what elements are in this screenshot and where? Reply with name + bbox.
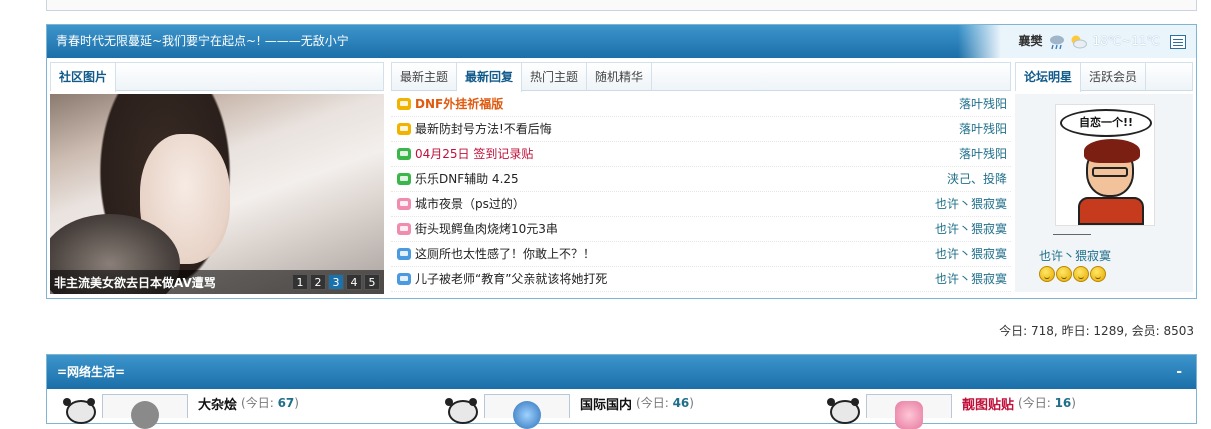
tab-forum-star[interactable]: 论坛明星 (1016, 63, 1082, 92)
site-stats: 今日: 718, 昨日: 1289, 会员: 8503 (999, 324, 1194, 338)
thread-title-link[interactable]: 城市夜景（ps过的） (415, 197, 525, 211)
forum-thumbnail[interactable] (102, 394, 188, 429)
thread-type-icon (397, 198, 411, 210)
marquee-text: 青春时代无限蔓延~我们要宁在起点~! ———无敌小宁 (56, 34, 349, 48)
photo-caption[interactable]: 非主流美女欲去日本做AV遭骂 (54, 274, 216, 291)
star-tabbar: 论坛明星 活跃会员 (1015, 62, 1193, 92)
collapse-icon[interactable]: - (1176, 355, 1182, 389)
thread-author-link[interactable]: 浃己、投降 (947, 167, 1007, 192)
photo-page-button-active[interactable]: 3 (328, 274, 344, 290)
thread-type-icon (397, 248, 411, 260)
forum-name[interactable]: 国际国内 (580, 394, 632, 413)
thread-title-link[interactable]: 04月25日 签到记录贴 (415, 147, 533, 161)
thread-row: DNF外挂祈福版 落叶残阳 (391, 92, 1011, 117)
thread-title-link[interactable]: 街头现鳄鱼肉烧烤10元3串 (415, 222, 558, 236)
tab-community-photos[interactable]: 社区图片 (51, 63, 117, 92)
star-box: 自恋一个!! 也许丶猥寂寞 (1015, 94, 1193, 292)
thread-type-icon (397, 223, 411, 235)
thread-row: 这厕所也太性感了！你敢上不？！ 也许丶猥寂寞 (391, 242, 1011, 267)
forum-star-panel: 论坛明星 活跃会员 自恋一个!! 也许丶猥寂寞 (1015, 62, 1193, 292)
thread-row: 城市夜景（ps过的） 也许丶猥寂寞 (391, 192, 1011, 217)
thread-type-icon (397, 173, 411, 185)
thread-author-link[interactable]: 也许丶猥寂寞 (935, 192, 1007, 217)
thread-author-link[interactable]: 落叶残阳 (959, 142, 1007, 167)
thread-type-icon (397, 273, 411, 285)
sun-cloud-icon (1071, 35, 1088, 48)
smiley-icons (1039, 266, 1106, 282)
thread-author-link[interactable]: 落叶残阳 (959, 92, 1007, 117)
section-header: =网络生活= - (47, 355, 1196, 389)
thread-type-icon (397, 123, 411, 135)
forum-name[interactable]: 靓图贴贴 (962, 394, 1014, 413)
calendar-icon[interactable] (1170, 34, 1186, 49)
thread-author-link[interactable]: 也许丶猥寂寞 (935, 267, 1007, 292)
smiley-icon (1073, 266, 1089, 282)
weather-widget: 襄樊 18℃~11℃ (958, 25, 1196, 58)
thread-author-link[interactable]: 落叶残阳 (959, 117, 1007, 142)
featured-photo[interactable]: 非主流美女欲去日本做AV遭骂 1 2 3 4 5 (50, 94, 384, 294)
avatar-speech-bubble: 自恋一个!! (1060, 109, 1152, 137)
tab-random-digest[interactable]: 随机精华 (587, 63, 653, 90)
tab-hot-topics[interactable]: 热门主题 (522, 63, 588, 90)
photo-page-button[interactable]: 4 (346, 274, 362, 290)
thread-title-link[interactable]: 这厕所也太性感了！你敢上不？！ (415, 247, 595, 261)
photo-page-button[interactable]: 2 (310, 274, 326, 290)
photo-caption-bar: 非主流美女欲去日本做AV遭骂 1 2 3 4 5 (50, 270, 384, 294)
forum-today-count: (今日: 46) (636, 396, 694, 410)
tab-active-members[interactable]: 活跃会员 (1081, 63, 1147, 90)
thread-row: 乐乐DNF辅助 4.25 浃己、投降 (391, 167, 1011, 192)
smiley-icon (1039, 266, 1055, 282)
tab-latest-topics[interactable]: 最新主题 (392, 63, 458, 90)
smiley-icon (1056, 266, 1072, 282)
community-photos-panel: 社区图片 非主流美女欲去日本做AV遭骂 1 2 3 4 5 (50, 62, 384, 294)
thread-title-link[interactable]: 乐乐DNF辅助 4.25 (415, 172, 519, 186)
thread-title-link[interactable]: DNF外挂祈福版 (415, 97, 503, 111)
forum-today-count: (今日: 67) (241, 396, 299, 410)
thread-title-link[interactable]: 儿子被老师“教育”父亲就该将她打死 (415, 272, 607, 286)
photo-pager: 1 2 3 4 5 (292, 274, 380, 290)
divider (1053, 234, 1091, 235)
tab-latest-replies[interactable]: 最新回复 (457, 63, 523, 92)
photo-page-button[interactable]: 1 (292, 274, 308, 290)
thread-author-link[interactable]: 也许丶猥寂寞 (935, 217, 1007, 242)
section-title[interactable]: =网络生活= (57, 365, 125, 379)
thread-list: DNF外挂祈福版 落叶残阳 最新防封号方法!不看后悔 落叶残阳 04月25日 签到记录贴… (391, 92, 1011, 292)
panda-icon (62, 394, 96, 424)
rain-cloud-icon (1050, 35, 1065, 49)
panda-icon (444, 394, 478, 424)
thread-title-link[interactable]: 最新防封号方法!不看后悔 (415, 122, 552, 136)
thread-type-icon (397, 98, 411, 110)
thread-list-panel: 最新主题 最新回复 热门主题 随机精华 DNF外挂祈福版 落叶残阳 最新防封号方法!… (391, 62, 1011, 292)
weather-temperature: 18℃~11℃ (1092, 34, 1160, 48)
smiley-icon (1090, 266, 1106, 282)
weather-city: 襄樊 (1018, 34, 1043, 48)
thread-row: 儿子被老师“教育”父亲就该将她打死 也许丶猥寂寞 (391, 267, 1011, 292)
forum-thumbnail[interactable] (866, 394, 952, 429)
panda-icon (826, 394, 860, 424)
forum-thumbnail[interactable] (484, 394, 570, 429)
thread-type-icon (397, 148, 411, 160)
forum-entry[interactable]: 国际国内 (今日: 46) (444, 394, 694, 429)
portal-header: 青春时代无限蔓延~我们要宁在起点~! ———无敌小宁 襄樊 18℃~11℃ (47, 25, 1196, 58)
thread-row: 最新防封号方法!不看后悔 落叶残阳 (391, 117, 1011, 142)
forum-today-count: (今日: 16) (1018, 396, 1076, 410)
forum-name[interactable]: 大杂烩 (198, 394, 237, 413)
thread-tabbar: 最新主题 最新回复 热门主题 随机精华 (391, 62, 1011, 92)
thread-row: 街头现鳄鱼肉烧烤10元3串 也许丶猥寂寞 (391, 217, 1011, 242)
forum-entry[interactable]: 大杂烩 (今日: 67) (62, 394, 299, 429)
thread-row: 04月25日 签到记录贴 落叶残阳 (391, 142, 1011, 167)
forum-entry[interactable]: 靓图贴贴 (今日: 16) (826, 394, 1076, 429)
photo-tabbar: 社区图片 (50, 62, 384, 92)
thread-author-link[interactable]: 也许丶猥寂寞 (935, 242, 1007, 267)
star-avatar[interactable]: 自恋一个!! (1055, 104, 1155, 226)
photo-page-button[interactable]: 5 (364, 274, 380, 290)
star-username[interactable]: 也许丶猥寂寞 (1039, 247, 1111, 264)
top-strip (46, 0, 1197, 11)
